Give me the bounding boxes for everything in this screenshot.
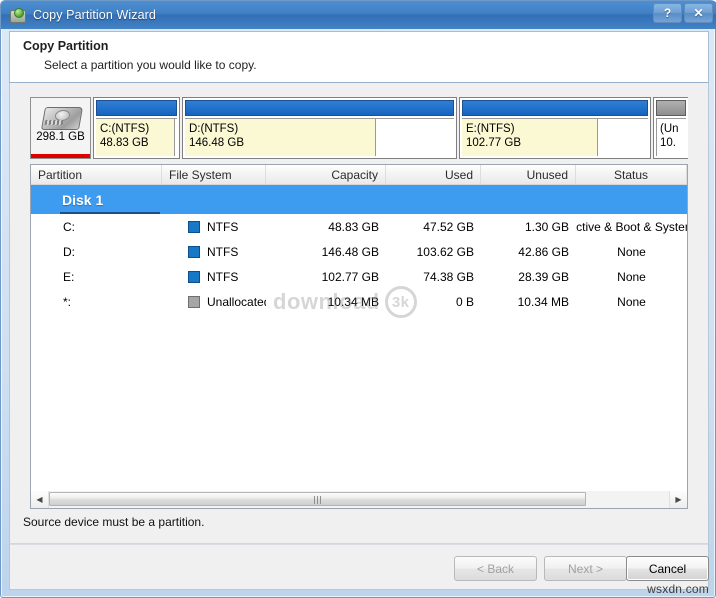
disk-icon-cell[interactable]: 298.1 GB (30, 97, 91, 159)
partition-usage-area: (Un 10. (656, 118, 686, 156)
cell-unused: 28.39 GB (518, 269, 569, 284)
partition-block-e[interactable]: E:(NTFS) 102.77 GB (459, 97, 651, 159)
table-row-unallocated[interactable]: *: Unallocated 10.34 MB 0 B 10.34 MB None (31, 289, 687, 314)
header-panel: Copy Partition Select a partition you wo… (9, 31, 709, 83)
cell-used: 0 B (455, 294, 474, 309)
cell-status: Active & Boot & System (576, 219, 687, 234)
cell-file_system: Unallocated (162, 295, 266, 309)
disk-group-row[interactable]: Disk 1 (31, 185, 687, 214)
cell-used: 74.38 GB (423, 269, 474, 284)
cancel-button[interactable]: Cancel (626, 556, 709, 581)
cell-status: None (617, 244, 646, 259)
filesystem-label: NTFS (207, 219, 239, 234)
disk-map: 298.1 GB C:(NTFS) 48.83 GB D:(NTFS) 146.48 … (30, 97, 688, 159)
filesystem-color-swatch (188, 220, 200, 233)
partition-size-label: 146.48 GB (189, 137, 244, 149)
cell-capacity: 48.83 GB (328, 219, 379, 234)
cell-used: 47.52 GB (423, 219, 474, 234)
help-button[interactable]: ? (653, 3, 682, 23)
column-header-used[interactable]: Used (386, 165, 481, 184)
window-title: Copy Partition Wizard (33, 8, 156, 22)
partition-usage-area: E:(NTFS) 102.77 GB (462, 118, 648, 156)
filesystem-label: NTFS (207, 269, 239, 284)
disk-size-label: 298.1 GB (36, 131, 85, 143)
corner-watermark: wsxdn.com (647, 582, 709, 596)
partition-capacity-bar (185, 100, 454, 116)
cell-unused: 10.34 MB (517, 294, 569, 309)
partition-block-unallocated[interactable]: (Un 10. (653, 97, 688, 159)
cell-status: None (617, 294, 646, 309)
column-header-file_system[interactable]: File System (162, 165, 266, 184)
partition-size-label: 10. (660, 137, 676, 149)
footer-divider (10, 544, 708, 545)
partition-used-fill (656, 119, 657, 156)
scroll-right-arrow-icon[interactable]: ▶ (669, 491, 687, 508)
wizard-window: Copy Partition Wizard ? ✕ Copy Partition… (0, 0, 716, 598)
cell-capacity: 102.77 GB (321, 269, 379, 284)
partition-table: Partition File System Capacity Used Unused St… (30, 164, 688, 509)
scrollbar-grip-icon (313, 496, 322, 504)
partition-label: D:(NTFS) (189, 123, 239, 135)
cell-unused: 42.86 GB (518, 244, 569, 259)
cell-unused: 1.30 GB (524, 219, 569, 234)
status-message: Source device must be a partition. (23, 515, 205, 529)
partition-capacity-bar (462, 100, 648, 116)
scrollbar-track[interactable] (49, 491, 669, 508)
table-header-row: Partition File System Capacity Used Unused St… (31, 165, 687, 185)
scroll-left-arrow-icon[interactable]: ◀ (31, 491, 49, 508)
column-header-partition[interactable]: Partition (31, 165, 162, 184)
close-button[interactable]: ✕ (684, 3, 713, 23)
cell-capacity: 146.48 GB (321, 244, 379, 259)
table-row-c[interactable]: C: NTFS 48.83 GB 47.52 GB 1.30 GB Active & Bo… (31, 214, 687, 239)
partition-usage-area: D:(NTFS) 146.48 GB (185, 118, 454, 156)
filesystem-color-swatch (188, 270, 200, 283)
title-bar-buttons: ? ✕ (653, 3, 713, 23)
partition-usage-area: C:(NTFS) 48.83 GB (96, 118, 177, 156)
cell-status: None (617, 269, 646, 284)
cell-partition: E: (63, 269, 75, 284)
partition-block-c[interactable]: C:(NTFS) 48.83 GB (93, 97, 180, 159)
horizontal-scrollbar[interactable]: ◀ ▶ (30, 491, 688, 509)
table-row-d[interactable]: D: NTFS 146.48 GB 103.62 GB 42.86 GB None (31, 239, 687, 264)
table-row-e[interactable]: E: NTFS 102.77 GB 74.38 GB 28.39 GB None (31, 264, 687, 289)
partition-capacity-bar (96, 100, 177, 116)
hard-disk-icon (40, 103, 83, 130)
partition-block-d[interactable]: D:(NTFS) 146.48 GB (182, 97, 457, 159)
page-subtitle: Select a partition you would like to cop… (44, 58, 257, 72)
disk-group-underline (60, 212, 160, 214)
cell-capacity: 10.34 MB (327, 294, 379, 309)
filesystem-label: NTFS (207, 244, 239, 259)
filesystem-label: Unallocated (207, 294, 266, 309)
partition-app-icon (8, 6, 26, 24)
column-header-unused[interactable]: Unused (481, 165, 576, 184)
disk-group-label: Disk 1 (62, 191, 104, 208)
partition-capacity-bar (656, 100, 686, 116)
scrollbar-thumb[interactable] (49, 492, 586, 506)
partition-label: C:(NTFS) (100, 123, 150, 135)
partition-label: E:(NTFS) (466, 123, 515, 135)
cell-partition: *: (63, 294, 72, 309)
title-bar: Copy Partition Wizard ? ✕ (1, 1, 716, 29)
column-header-status[interactable]: Status (576, 165, 687, 184)
column-header-capacity[interactable]: Capacity (266, 165, 386, 184)
disk-selected-indicator (31, 154, 90, 158)
filesystem-color-swatch (188, 245, 200, 258)
partition-label: (Un (660, 123, 679, 135)
page-title: Copy Partition (23, 39, 109, 53)
cell-file_system: NTFS (162, 245, 266, 259)
partition-size-label: 48.83 GB (100, 137, 149, 149)
next-button[interactable]: Next > (544, 556, 627, 581)
partition-size-label: 102.77 GB (466, 137, 521, 149)
cell-partition: D: (63, 244, 75, 259)
back-button[interactable]: < Back (454, 556, 537, 581)
cell-partition: C: (63, 219, 75, 234)
cell-file_system: NTFS (162, 270, 266, 284)
footer-bar: < Back Next > Cancel (9, 543, 709, 590)
cell-used: 103.62 GB (416, 244, 474, 259)
filesystem-color-swatch (188, 295, 200, 308)
table-body: C: NTFS 48.83 GB 47.52 GB 1.30 GB Active & Bo… (31, 214, 687, 314)
cell-file_system: NTFS (162, 220, 266, 234)
